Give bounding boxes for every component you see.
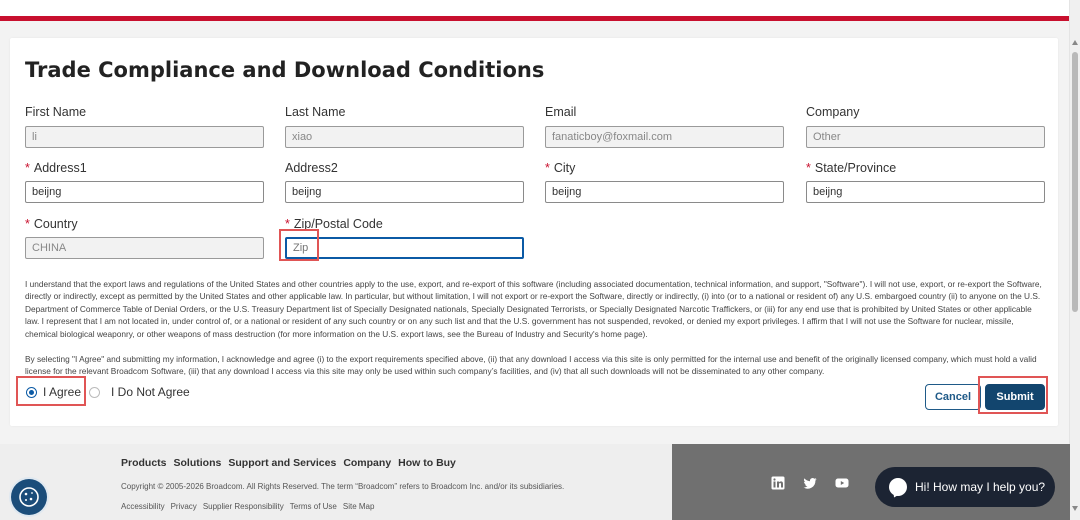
address2-field[interactable] bbox=[285, 181, 524, 203]
required-marker: * bbox=[285, 217, 290, 231]
linkedin-icon[interactable] bbox=[771, 476, 785, 490]
required-marker: * bbox=[25, 217, 30, 231]
footer-link-accessibility[interactable]: Accessibility bbox=[121, 502, 165, 511]
required-marker: * bbox=[545, 161, 550, 175]
brand-stripe bbox=[0, 16, 1070, 21]
twitter-icon[interactable] bbox=[803, 476, 817, 490]
city-label: * City bbox=[545, 161, 576, 175]
footer-link-supplier[interactable]: Supplier Responsibility bbox=[203, 502, 284, 511]
agree-label: I Agree bbox=[43, 385, 82, 399]
first-name-field[interactable] bbox=[25, 126, 264, 148]
first-name-label: First Name bbox=[25, 105, 87, 119]
address1-field[interactable] bbox=[25, 181, 264, 203]
disagree-label: I Do Not Agree bbox=[111, 385, 190, 399]
agreement-text: By selecting "I Agree" and submitting my… bbox=[25, 354, 1037, 377]
scroll-thumb[interactable] bbox=[1072, 52, 1078, 312]
export-terms-text: I understand that the export laws and re… bbox=[25, 279, 1042, 339]
company-field[interactable] bbox=[806, 126, 1045, 148]
footer-link-privacy[interactable]: Privacy bbox=[171, 502, 197, 511]
footer-link-sitemap[interactable]: Site Map bbox=[343, 502, 375, 511]
scroll-up-icon[interactable] bbox=[1072, 40, 1078, 45]
country-label: * Country bbox=[25, 217, 78, 231]
email-label: Email bbox=[545, 105, 577, 119]
city-field[interactable] bbox=[545, 181, 784, 203]
chat-bubble-icon bbox=[889, 478, 907, 496]
footer-nav-solutions[interactable]: Solutions bbox=[174, 457, 222, 469]
page-title: Trade Compliance and Download Conditions bbox=[25, 58, 545, 82]
chat-widget-button[interactable]: Hi! How may I help you? bbox=[875, 467, 1055, 507]
address2-label: Address2 bbox=[285, 161, 338, 175]
footer-nav-support[interactable]: Support and Services bbox=[228, 457, 336, 469]
radio-unselected-icon[interactable] bbox=[89, 386, 100, 398]
zip-label: * Zip/Postal Code bbox=[285, 217, 383, 231]
zip-field[interactable] bbox=[285, 237, 524, 259]
last-name-field[interactable] bbox=[285, 126, 524, 148]
page-scrollbar[interactable] bbox=[1069, 0, 1080, 520]
required-marker: * bbox=[25, 161, 30, 175]
scroll-down-icon[interactable] bbox=[1072, 506, 1078, 511]
youtube-icon[interactable] bbox=[835, 476, 849, 490]
country-field[interactable] bbox=[25, 237, 264, 259]
footer-nav-how-to-buy[interactable]: How to Buy bbox=[398, 457, 456, 469]
copyright-text: Copyright © 2005-2026 Broadcom. All Righ… bbox=[121, 482, 565, 491]
company-label: Company bbox=[806, 105, 860, 119]
last-name-label: Last Name bbox=[285, 105, 346, 119]
address1-label: * Address1 bbox=[25, 161, 87, 175]
email-field[interactable] bbox=[545, 126, 784, 148]
footer-nav: Products Solutions Support and Services … bbox=[121, 457, 463, 469]
radio-selected-icon[interactable] bbox=[26, 386, 37, 398]
state-label: * State/Province bbox=[806, 161, 897, 175]
submit-button[interactable]: Submit bbox=[985, 384, 1045, 410]
state-field[interactable] bbox=[806, 181, 1045, 203]
cookie-settings-button[interactable] bbox=[11, 479, 47, 515]
cookie-icon bbox=[19, 487, 39, 507]
cancel-button[interactable]: Cancel bbox=[925, 384, 981, 410]
required-marker: * bbox=[806, 161, 811, 175]
agree-radio[interactable]: I Agree bbox=[26, 385, 81, 399]
footer-nav-company[interactable]: Company bbox=[343, 457, 391, 469]
footer-link-terms[interactable]: Terms of Use bbox=[290, 502, 337, 511]
disagree-radio[interactable]: I Do Not Agree bbox=[89, 385, 190, 399]
chat-label: Hi! How may I help you? bbox=[915, 480, 1046, 494]
footer-nav-products[interactable]: Products bbox=[121, 457, 167, 469]
footer-links: Accessibility Privacy Supplier Responsib… bbox=[121, 502, 380, 511]
